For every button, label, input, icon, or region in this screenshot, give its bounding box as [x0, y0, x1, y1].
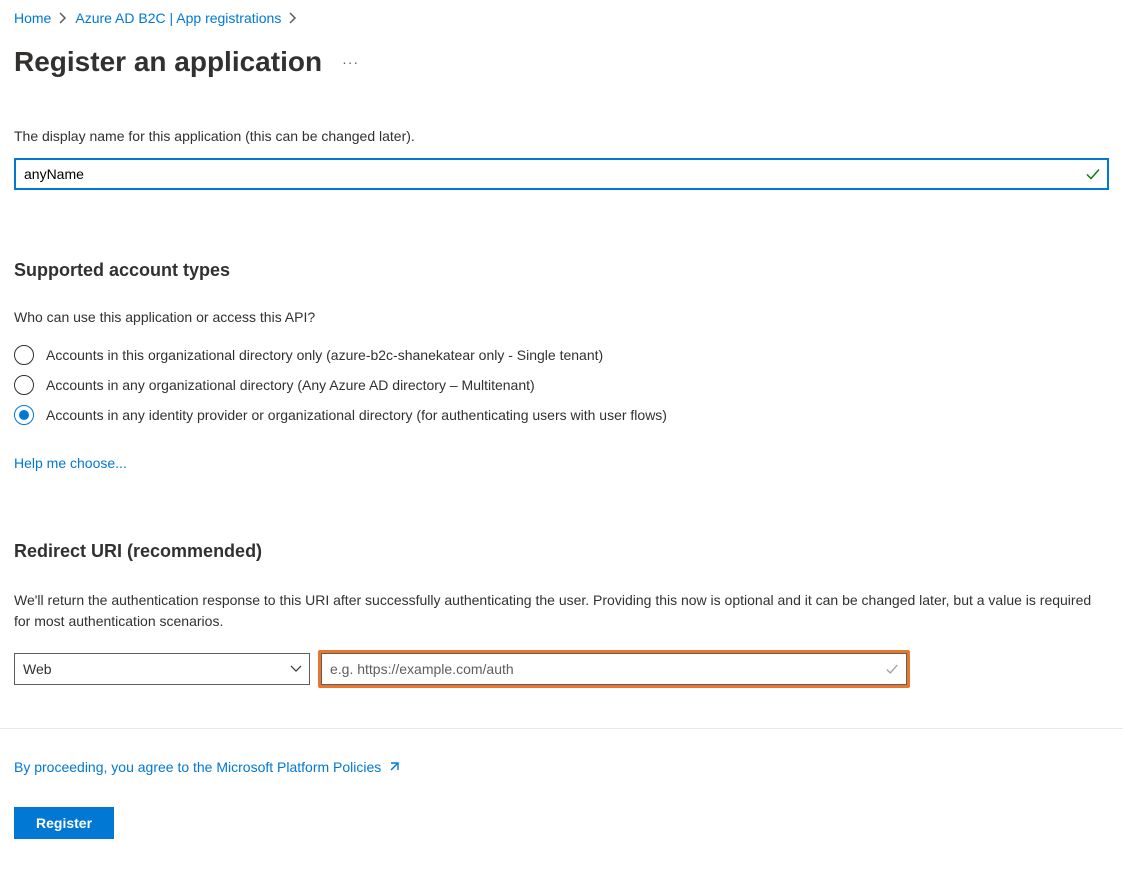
page-title: Register an application — [14, 46, 322, 78]
account-type-option-any-idp[interactable]: Accounts in any identity provider or org… — [14, 405, 1109, 425]
policies-link[interactable]: By proceeding, you agree to the Microsof… — [14, 759, 381, 775]
more-actions-button[interactable]: ··· — [342, 54, 359, 70]
breadcrumb-app-registrations[interactable]: Azure AD B2C | App registrations — [75, 10, 281, 26]
divider — [0, 728, 1123, 729]
account-type-option-multitenant[interactable]: Accounts in any organizational directory… — [14, 375, 1109, 395]
register-button[interactable]: Register — [14, 807, 114, 839]
redirect-uri-description: We'll return the authentication response… — [14, 590, 1109, 632]
app-name-input[interactable] — [14, 158, 1109, 190]
redirect-uri-input[interactable] — [321, 653, 907, 685]
account-types-radio-group: Accounts in this organizational director… — [14, 345, 1109, 425]
platform-select-value: Web — [23, 661, 52, 677]
redirect-uri-heading: Redirect URI (recommended) — [14, 541, 1109, 562]
breadcrumb-home[interactable]: Home — [14, 10, 51, 26]
account-types-heading: Supported account types — [14, 260, 1109, 281]
radio-icon — [14, 375, 34, 395]
help-me-choose-link[interactable]: Help me choose... — [14, 455, 127, 471]
platform-select[interactable]: Web — [14, 653, 310, 685]
chevron-right-icon — [289, 12, 297, 24]
radio-label: Accounts in this organizational director… — [46, 347, 603, 363]
radio-label: Accounts in any organizational directory… — [46, 377, 535, 393]
name-field-label: The display name for this application (t… — [14, 128, 1109, 144]
breadcrumb: Home Azure AD B2C | App registrations — [14, 10, 1109, 26]
radio-icon — [14, 405, 34, 425]
radio-icon — [14, 345, 34, 365]
chevron-right-icon — [59, 12, 67, 24]
account-types-question: Who can use this application or access t… — [14, 309, 1109, 325]
account-type-option-single-tenant[interactable]: Accounts in this organizational director… — [14, 345, 1109, 365]
external-link-icon — [387, 760, 401, 774]
radio-label: Accounts in any identity provider or org… — [46, 407, 667, 423]
